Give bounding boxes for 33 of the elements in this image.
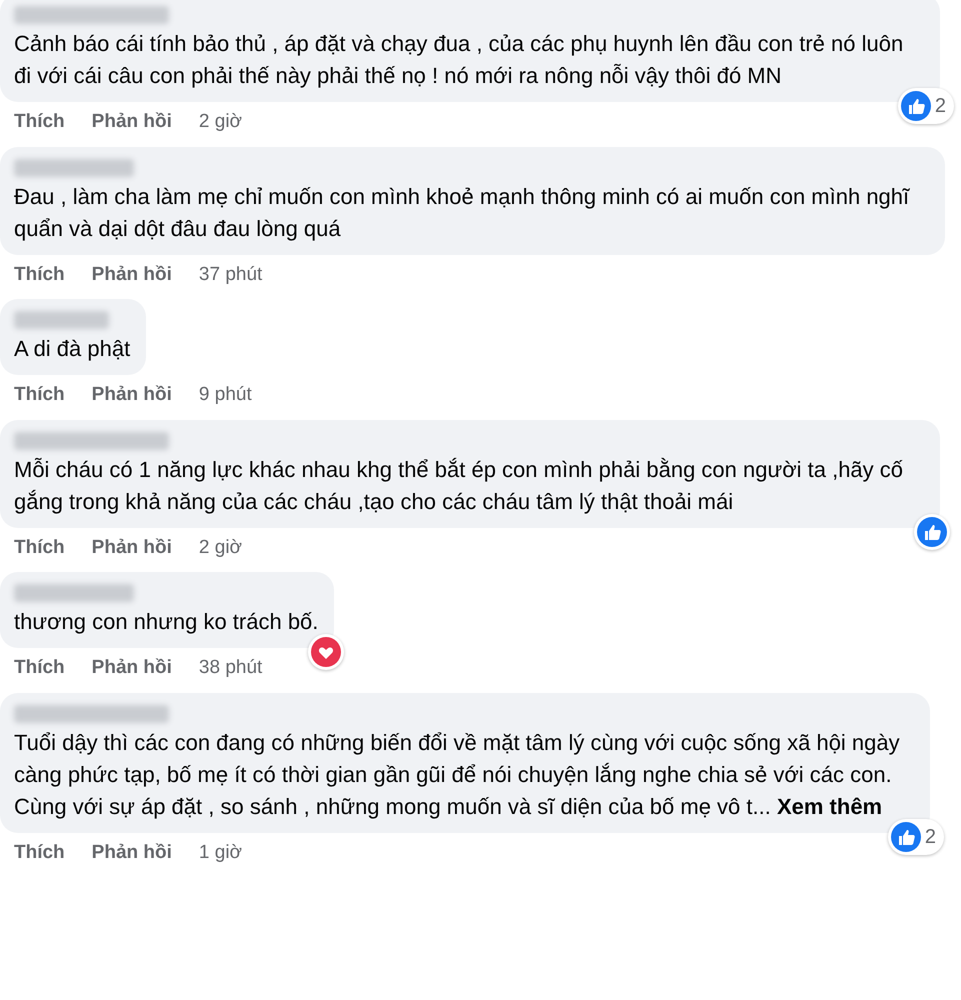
- thumbs-up-icon: [890, 822, 921, 852]
- reply-link[interactable]: Phản hồi: [92, 654, 172, 682]
- reaction-badge[interactable]: [308, 634, 344, 670]
- comment-time[interactable]: 38 phút: [198, 654, 262, 682]
- reply-link[interactable]: Phản hồi: [92, 108, 172, 136]
- like-link[interactable]: Thích: [14, 654, 65, 682]
- reply-link[interactable]: Phản hồi: [92, 838, 172, 867]
- reply-link[interactable]: Phản hồi: [92, 260, 172, 289]
- comment-text: A di đà phật: [14, 335, 130, 363]
- reaction-count: 2: [934, 94, 946, 119]
- reaction-count: 2: [924, 824, 936, 850]
- reply-link[interactable]: Phản hồi: [92, 381, 172, 410]
- thumbs-up-icon: [917, 516, 947, 546]
- comment-text: Cảnh báo cái tính bảo thủ , áp đặt và chạy đua , của các phụ huynh lên đầu con trẻ nó luôn đi với cái câu con phải thế này phải thế nọ ! nó mới ra nông nỗi vậy thôi đó MN: [14, 30, 904, 90]
- reaction-badge[interactable]: 2: [898, 88, 954, 124]
- comment-time[interactable]: 2 giờ: [198, 108, 242, 136]
- comment-time[interactable]: 2 giờ: [198, 534, 242, 562]
- comment-text: Đau , làm cha làm mẹ chỉ muốn con mình khoẻ mạnh thông minh có ai muốn con mình nghĩ quẩn và dại dột đâu đau lòng quá: [14, 182, 911, 243]
- like-link[interactable]: Thích: [14, 260, 65, 289]
- comment-text: Tuổi dậy thì các con đang có những biến đổi về mặt tâm lý cùng với cuộc sống xã hội ngày càng phức tạp, bố mẹ ít có thời gian gần gũi để nói chuyện lắng nghe chia sẻ với các con. Cùng với sự áp đặt , so sánh , những mong muốn và sĩ diện của bố mẹ vô t... Xem thêm: [14, 728, 901, 821]
- comment-time[interactable]: 9 phút: [198, 381, 252, 410]
- thumbs-up-icon: [900, 91, 931, 121]
- comment-text: thương con nhưng ko trách bố.: [14, 608, 318, 636]
- reply-link[interactable]: Phản hồi: [92, 534, 172, 562]
- like-link[interactable]: Thích: [14, 108, 65, 136]
- comment-text: Mỗi cháu có 1 năng lực khác nhau khg thể bắt ép con mình phải bằng con người ta ,hãy cố gắng trong khả năng của các cháu ,tạo cho các cháu tâm lý thật thoải mái: [14, 456, 904, 516]
- reaction-badge[interactable]: [914, 514, 950, 550]
- like-link[interactable]: Thích: [14, 381, 65, 410]
- like-link[interactable]: Thích: [14, 534, 65, 562]
- comment-time[interactable]: 1 giờ: [198, 838, 242, 867]
- comment-time[interactable]: 37 phút: [198, 260, 262, 289]
- like-link[interactable]: Thích: [14, 838, 65, 867]
- reaction-badge[interactable]: 2: [888, 818, 944, 854]
